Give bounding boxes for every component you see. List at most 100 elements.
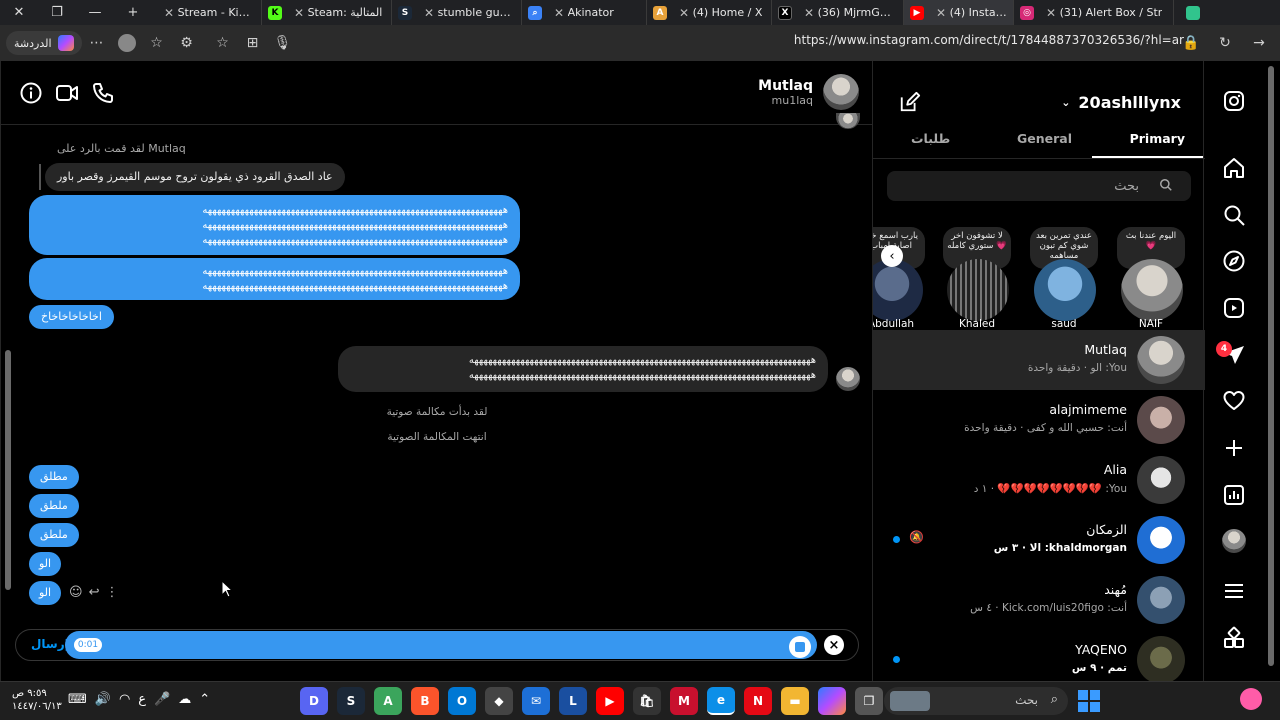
sent-message[interactable]: مطلق xyxy=(29,465,79,489)
phone-call-icon[interactable] xyxy=(91,81,115,105)
explore-icon[interactable] xyxy=(1222,249,1246,273)
tab-general[interactable]: General xyxy=(1017,131,1072,146)
mcafee-icon[interactable]: M xyxy=(670,687,698,715)
tab-kick[interactable]: ✕ Stream - Kick Dash xyxy=(152,0,262,25)
tab-close-icon[interactable]: ✕ xyxy=(294,6,304,20)
brave-icon[interactable]: B xyxy=(411,687,439,715)
story-item[interactable]: لا تشوفون اخر ستوري كامله 💗 Khaled xyxy=(935,221,1019,329)
windows-start-icon[interactable] xyxy=(1078,690,1100,712)
url-field[interactable]: https://www.instagram.com/direct/t/17844… xyxy=(520,33,1184,53)
reels-icon[interactable] xyxy=(1222,296,1246,320)
copilot-status-icon[interactable] xyxy=(1240,688,1262,710)
tray-overflow-icon[interactable]: ⌃ xyxy=(199,692,210,707)
notifications-heart-icon[interactable] xyxy=(1222,389,1246,413)
avatar[interactable] xyxy=(823,74,859,110)
outlook-icon[interactable]: O xyxy=(448,687,476,715)
stop-recording-button[interactable] xyxy=(789,636,811,658)
sent-message-laugh-2[interactable]: هههههههههههههههههههههههههههههههههههههههه… xyxy=(29,258,520,300)
new-tab-icon[interactable]: + xyxy=(114,0,152,25)
cancel-recording-button[interactable]: × xyxy=(824,635,844,655)
profile-avatar[interactable] xyxy=(1222,529,1246,553)
dashboard-icon[interactable] xyxy=(1222,483,1246,507)
taskbar-search[interactable]: بحث ⌕ xyxy=(884,687,1068,715)
tab-close-icon[interactable]: ✕ xyxy=(1046,6,1056,20)
sent-message[interactable]: ملطق xyxy=(29,494,79,518)
sent-message-khakha[interactable]: اخاخاخاخاخاخ xyxy=(29,305,114,329)
tab-steam[interactable]: K ✕ Steam: المتالية xyxy=(262,0,392,25)
more-options-icon[interactable]: ⋮ xyxy=(105,585,118,600)
discord-icon[interactable]: D xyxy=(300,687,328,715)
compose-icon[interactable] xyxy=(899,91,921,113)
add-favorite-icon[interactable]: ☆ xyxy=(208,31,238,55)
info-icon[interactable] xyxy=(19,81,43,105)
android-app-icon[interactable]: A xyxy=(374,687,402,715)
sent-message[interactable]: الو xyxy=(29,552,62,576)
tab-close-icon[interactable]: ✕ xyxy=(424,6,434,20)
tab-close-icon[interactable]: ✕ xyxy=(804,6,814,20)
tab-close-icon[interactable]: ✕ xyxy=(554,6,564,20)
story-item[interactable]: اليوم عندنا بث 💗 NAIF xyxy=(1109,221,1193,329)
steam-icon[interactable]: S xyxy=(337,687,365,715)
wifi-icon[interactable]: ◠ xyxy=(119,692,130,707)
tab-close-icon[interactable]: ✕ xyxy=(164,6,174,20)
tab-akinator[interactable]: ⌕ ✕ Akinator xyxy=(522,0,647,25)
l-app-icon[interactable]: L xyxy=(559,687,587,715)
reply-icon[interactable]: ↩ xyxy=(89,585,100,600)
copilot-icon[interactable] xyxy=(818,687,846,715)
menu-icon[interactable] xyxy=(1222,579,1246,603)
conversation-item[interactable]: Alia You: 💔💔💔💔💔💔💔💔 · ١ د xyxy=(873,450,1205,510)
home-icon[interactable] xyxy=(1222,156,1246,180)
story-item[interactable]: عندي تمرين بعد شوي كم تبون مساهمه saud xyxy=(1022,221,1106,329)
input-language[interactable]: ع xyxy=(138,692,146,707)
tab-actions-icon[interactable] xyxy=(1174,0,1212,25)
mail-icon[interactable]: ✉ xyxy=(522,687,550,715)
read-aloud-icon[interactable]: 🎙 xyxy=(268,31,298,55)
app-icon[interactable]: ◆ xyxy=(485,687,513,715)
onedrive-cloud-icon[interactable]: ☁ xyxy=(178,692,191,707)
tab-close-icon[interactable]: ✕ xyxy=(936,6,946,20)
chat-contact[interactable]: Mutlaq mu1laq xyxy=(758,74,859,110)
microphone-icon[interactable]: 🎤 xyxy=(154,692,170,707)
also-from-meta-icon[interactable] xyxy=(1222,626,1246,650)
tab-primary[interactable]: Primary xyxy=(1130,131,1185,146)
react-emoji-icon[interactable]: ☺ xyxy=(69,585,83,600)
tab-requests[interactable]: طلبات xyxy=(911,131,950,146)
tab-stumble[interactable]: S ✕ stumble guys - ب xyxy=(392,0,522,25)
split-screen-icon[interactable]: ⊞ xyxy=(238,31,268,55)
sent-message[interactable]: الو xyxy=(29,581,62,605)
netflix-icon[interactable]: N xyxy=(744,687,772,715)
system-clock[interactable]: ٩:٥٩ ص ١٤٤٧/٠٦/١٣ xyxy=(12,687,62,713)
conversation-item[interactable]: 🔕 الزمكان khaldmorgan: الا · ٣ س xyxy=(873,510,1205,570)
conversation-item[interactable]: YAQENO تمم · ٩ س xyxy=(873,630,1205,681)
favorites-icon[interactable]: ☆ xyxy=(142,31,172,55)
tab-close-icon[interactable]: ✕ xyxy=(679,6,689,20)
instagram-logo-icon[interactable] xyxy=(1222,89,1246,113)
chat-scrollbar[interactable] xyxy=(5,350,11,590)
story-item[interactable]: يارب اسمع خبر اصابة امباب Abdullah xyxy=(873,221,933,329)
youtube-icon[interactable]: ▶ xyxy=(596,687,624,715)
window-restore-icon[interactable]: ❐ xyxy=(38,0,76,25)
conversation-item[interactable]: alajmimeme أنت: حسبي الله و كفى · دقيقة … xyxy=(873,390,1205,450)
page-scrollbar[interactable] xyxy=(1268,66,1274,666)
tab-alert-box[interactable]: ◎ ✕ (31) Alert Box / Str xyxy=(1014,0,1174,25)
copilot-chat-button[interactable]: الدردشة xyxy=(6,31,82,55)
window-minimize-icon[interactable]: — xyxy=(76,0,114,25)
profile-icon[interactable] xyxy=(112,31,142,55)
edge-icon[interactable]: e xyxy=(707,687,735,715)
window-close-icon[interactable]: ✕ xyxy=(0,0,38,25)
received-message-laugh[interactable]: هههههههههههههههههههههههههههههههههههههههه… xyxy=(338,346,828,392)
quoted-message[interactable]: عاد الصدق القرود ذي يقولون تروح موسم الق… xyxy=(45,163,345,191)
sent-message-laugh-1[interactable]: هههههههههههههههههههههههههههههههههههههههه… xyxy=(29,195,520,255)
search-input[interactable]: بحث xyxy=(887,171,1191,201)
avatar[interactable] xyxy=(836,367,860,391)
file-explorer-icon[interactable]: ▬ xyxy=(781,687,809,715)
forward-icon[interactable]: → xyxy=(1244,31,1274,55)
search-icon[interactable] xyxy=(1222,203,1246,227)
more-icon[interactable]: ⋯ xyxy=(82,31,112,55)
send-button[interactable]: إرسال xyxy=(31,637,69,651)
touch-keyboard-icon[interactable]: ⌨ xyxy=(68,692,87,707)
account-switcher[interactable]: ⌄ 20ashlllynx xyxy=(1061,93,1181,112)
tab-instagram[interactable]: ▶ ✕ (4) Instagram xyxy=(904,0,1014,25)
lock-icon[interactable]: 🔒 xyxy=(1176,31,1206,55)
task-view-icon[interactable]: ❐ xyxy=(855,687,883,715)
